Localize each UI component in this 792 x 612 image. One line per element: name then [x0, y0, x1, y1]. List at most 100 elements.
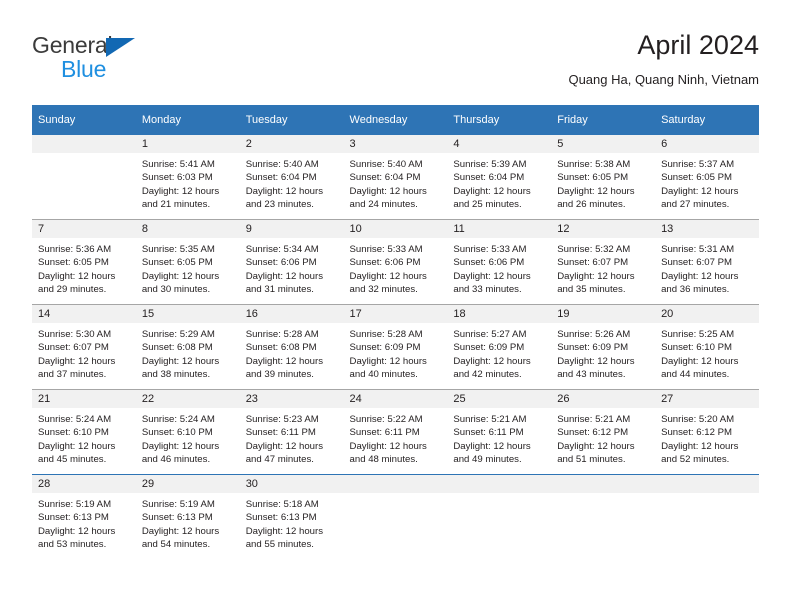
day-cell[interactable]: 30 Sunrise: 5:18 AM Sunset: 6:13 PM Dayl…: [239, 474, 344, 559]
daylight-text-line1: Daylight: 12 hours: [557, 440, 635, 452]
day-details: Sunrise: 5:28 AM Sunset: 6:09 PM Dayligh…: [344, 323, 448, 382]
day-cell[interactable]: 13 Sunrise: 5:31 AM Sunset: 6:07 PM Dayl…: [655, 219, 759, 305]
day-cell[interactable]: 6 Sunrise: 5:37 AM Sunset: 6:05 PM Dayli…: [655, 135, 759, 220]
sunrise-text: Sunrise: 5:24 AM: [38, 414, 112, 425]
sunrise-text: Sunrise: 5:20 AM: [661, 414, 735, 425]
day-cell[interactable]: 26 Sunrise: 5:21 AM Sunset: 6:12 PM Dayl…: [551, 389, 656, 475]
general-blue-logo[interactable]: General Blue: [32, 34, 162, 90]
sunrise-text: Sunrise: 5:29 AM: [141, 329, 215, 340]
day-details: Sunrise: 5:41 AM Sunset: 6:03 PM Dayligh…: [136, 153, 240, 212]
sunrise-text: Sunrise: 5:36 AM: [38, 244, 112, 255]
day-cell[interactable]: 11 Sunrise: 5:33 AM Sunset: 6:06 PM Dayl…: [447, 219, 552, 305]
sunset-text: Sunset: 6:10 PM: [661, 342, 732, 354]
day-cell[interactable]: 5 Sunrise: 5:38 AM Sunset: 6:05 PM Dayli…: [551, 135, 656, 220]
daylight-text-line1: Daylight: 12 hours: [557, 355, 635, 367]
day-number: 23: [239, 390, 344, 408]
sunset-text: Sunset: 6:11 PM: [349, 427, 420, 439]
sunrise-text: Sunrise: 5:28 AM: [349, 329, 423, 340]
sunrise-text: Sunrise: 5:18 AM: [245, 499, 319, 510]
day-cell[interactable]: [655, 474, 759, 559]
day-cell[interactable]: 20 Sunrise: 5:25 AM Sunset: 6:10 PM Dayl…: [655, 304, 759, 390]
daylight-text-line1: Daylight: 12 hours: [453, 355, 531, 367]
day-details: [344, 493, 448, 498]
calendar-page: General Blue April 2024 Quang Ha, Quang …: [0, 0, 792, 612]
day-cell[interactable]: 29 Sunrise: 5:19 AM Sunset: 6:13 PM Dayl…: [135, 474, 240, 559]
day-cell[interactable]: 28 Sunrise: 5:19 AM Sunset: 6:13 PM Dayl…: [32, 474, 136, 559]
calendar-table: Sunday Monday Tuesday Wednesday Thursday…: [32, 105, 759, 559]
day-cell[interactable]: 15 Sunrise: 5:29 AM Sunset: 6:08 PM Dayl…: [135, 304, 240, 390]
sunrise-text: Sunrise: 5:23 AM: [245, 414, 319, 425]
day-number: 18: [447, 305, 552, 323]
day-cell[interactable]: 16 Sunrise: 5:28 AM Sunset: 6:08 PM Dayl…: [239, 304, 344, 390]
day-cell[interactable]: 1 Sunrise: 5:41 AM Sunset: 6:03 PM Dayli…: [135, 135, 240, 220]
day-cell[interactable]: 27 Sunrise: 5:20 AM Sunset: 6:12 PM Dayl…: [655, 389, 759, 475]
day-cell[interactable]: 3 Sunrise: 5:40 AM Sunset: 6:04 PM Dayli…: [343, 135, 448, 220]
day-cell[interactable]: [551, 474, 656, 559]
day-cell-inner: [343, 475, 448, 559]
weekday-header-thursday: Thursday: [447, 105, 552, 135]
day-number: 13: [655, 220, 759, 238]
weekday-header-friday: Friday: [551, 105, 656, 135]
daylight-text-line2: and 23 minutes.: [245, 199, 314, 211]
daylight-text-line2: and 55 minutes.: [245, 539, 314, 551]
day-cell[interactable]: 25 Sunrise: 5:21 AM Sunset: 6:11 PM Dayl…: [447, 389, 552, 475]
sunset-text: Sunset: 6:07 PM: [38, 342, 109, 354]
day-cell[interactable]: 2 Sunrise: 5:40 AM Sunset: 6:04 PM Dayli…: [239, 135, 344, 220]
day-details: Sunrise: 5:29 AM Sunset: 6:08 PM Dayligh…: [136, 323, 240, 382]
daylight-text-line1: Daylight: 12 hours: [38, 525, 116, 537]
day-cell[interactable]: 7 Sunrise: 5:36 AM Sunset: 6:05 PM Dayli…: [32, 219, 136, 305]
day-number: 9: [239, 220, 344, 238]
day-details: Sunrise: 5:38 AM Sunset: 6:05 PM Dayligh…: [551, 153, 655, 212]
day-cell[interactable]: 21 Sunrise: 5:24 AM Sunset: 6:10 PM Dayl…: [32, 389, 136, 475]
day-cell[interactable]: 14 Sunrise: 5:30 AM Sunset: 6:07 PM Dayl…: [32, 304, 136, 390]
day-cell[interactable]: 4 Sunrise: 5:39 AM Sunset: 6:04 PM Dayli…: [447, 135, 552, 220]
day-cell[interactable]: [32, 135, 136, 220]
day-cell[interactable]: [447, 474, 552, 559]
daylight-text-line2: and 48 minutes.: [349, 454, 418, 466]
sunset-text: Sunset: 6:12 PM: [557, 427, 629, 439]
day-cell[interactable]: 9 Sunrise: 5:34 AM Sunset: 6:06 PM Dayli…: [239, 219, 344, 305]
day-number: 14: [32, 305, 136, 323]
sunset-text: Sunset: 6:13 PM: [245, 512, 317, 524]
week-row: 21 Sunrise: 5:24 AM Sunset: 6:10 PM Dayl…: [32, 389, 759, 475]
day-cell[interactable]: 10 Sunrise: 5:33 AM Sunset: 6:06 PM Dayl…: [343, 219, 448, 305]
sunrise-text: Sunrise: 5:32 AM: [557, 244, 631, 255]
day-cell[interactable]: 19 Sunrise: 5:26 AM Sunset: 6:09 PM Dayl…: [551, 304, 656, 390]
daylight-text-line2: and 43 minutes.: [557, 369, 626, 381]
daylight-text-line2: and 33 minutes.: [453, 284, 522, 296]
sunset-text: Sunset: 6:05 PM: [38, 257, 109, 269]
day-cell[interactable]: 23 Sunrise: 5:23 AM Sunset: 6:11 PM Dayl…: [239, 389, 344, 475]
day-number: 11: [447, 220, 552, 238]
day-cell[interactable]: 18 Sunrise: 5:27 AM Sunset: 6:09 PM Dayl…: [447, 304, 552, 390]
logo-text-general: General: [32, 32, 113, 58]
daylight-text-line1: Daylight: 12 hours: [245, 185, 324, 197]
sunrise-text: Sunrise: 5:39 AM: [453, 159, 527, 170]
day-cell[interactable]: 17 Sunrise: 5:28 AM Sunset: 6:09 PM Dayl…: [343, 304, 448, 390]
weekday-header-saturday: Saturday: [655, 105, 759, 135]
day-cell[interactable]: 12 Sunrise: 5:32 AM Sunset: 6:07 PM Dayl…: [551, 219, 656, 305]
day-cell-inner: 27 Sunrise: 5:20 AM Sunset: 6:12 PM Dayl…: [655, 390, 759, 474]
daylight-text-line1: Daylight: 12 hours: [141, 270, 220, 282]
daylight-text-line2: and 29 minutes.: [38, 284, 107, 296]
week-row: 7 Sunrise: 5:36 AM Sunset: 6:05 PM Dayli…: [32, 219, 759, 305]
day-cell[interactable]: [343, 474, 448, 559]
day-number: 28: [32, 475, 136, 493]
location-subtitle: Quang Ha, Quang Ninh, Vietnam: [568, 72, 759, 87]
daylight-text-line1: Daylight: 12 hours: [349, 185, 427, 197]
day-cell-inner: 26 Sunrise: 5:21 AM Sunset: 6:12 PM Dayl…: [551, 390, 656, 474]
day-cell[interactable]: 24 Sunrise: 5:22 AM Sunset: 6:11 PM Dayl…: [343, 389, 448, 475]
daylight-text-line2: and 35 minutes.: [557, 284, 626, 296]
sunset-text: Sunset: 6:09 PM: [349, 342, 421, 354]
sunset-text: Sunset: 6:05 PM: [141, 257, 213, 269]
day-cell[interactable]: 8 Sunrise: 5:35 AM Sunset: 6:05 PM Dayli…: [135, 219, 240, 305]
sunrise-text: Sunrise: 5:35 AM: [141, 244, 215, 255]
sunset-text: Sunset: 6:11 PM: [453, 427, 524, 439]
day-details: Sunrise: 5:33 AM Sunset: 6:06 PM Dayligh…: [344, 238, 448, 297]
day-cell[interactable]: 22 Sunrise: 5:24 AM Sunset: 6:10 PM Dayl…: [135, 389, 240, 475]
daylight-text-line1: Daylight: 12 hours: [661, 440, 739, 452]
daylight-text-line2: and 36 minutes.: [661, 284, 730, 296]
sunrise-text: Sunrise: 5:40 AM: [245, 159, 319, 170]
day-number: 2: [239, 135, 344, 153]
day-cell-inner: [32, 135, 136, 219]
day-number: 21: [32, 390, 136, 408]
